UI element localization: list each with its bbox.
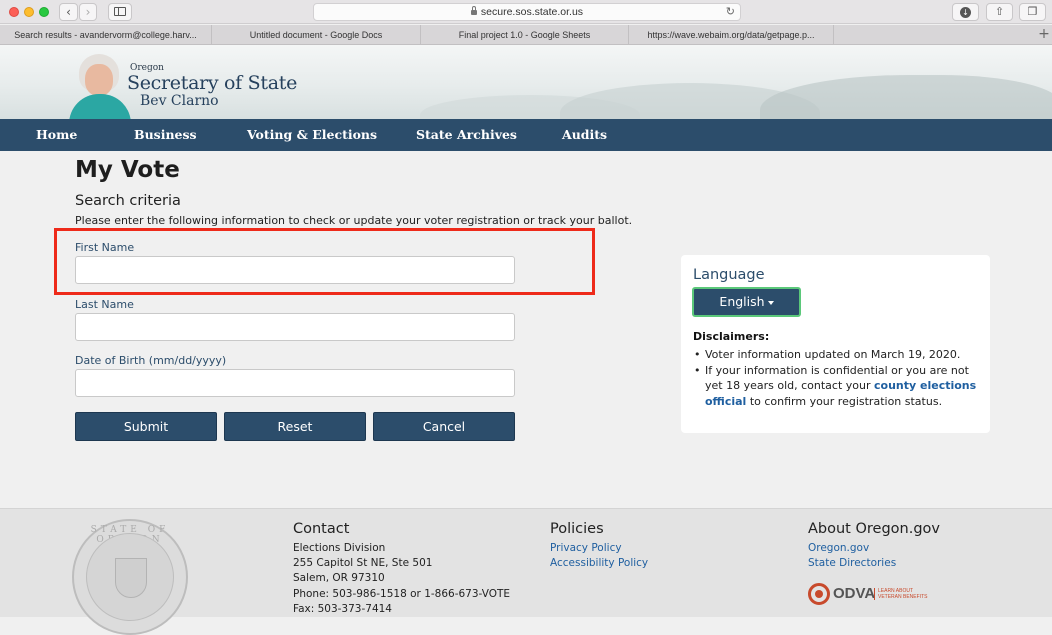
secretary-portrait — [65, 54, 135, 119]
tab-google-docs[interactable]: Untitled document - Google Docs — [212, 25, 421, 45]
back-button[interactable]: ‹ — [59, 3, 78, 21]
close-window-button[interactable] — [9, 7, 19, 17]
brand-name: Bev Clarno — [140, 93, 219, 109]
portrait-face — [85, 64, 113, 96]
contact-line: Fax: 503-373-7414 — [293, 602, 392, 615]
reload-icon[interactable]: ↻ — [726, 4, 735, 20]
nav-state-archives[interactable]: State Archives — [416, 119, 517, 151]
seal-shield — [115, 558, 147, 598]
address-bar[interactable]: secure.sos.state.or.us ↻ — [313, 3, 741, 21]
disclaimers-title: Disclaimers: — [693, 330, 770, 343]
site-footer: STATE OF OREGON Contact Elections Divisi… — [0, 508, 1052, 635]
disclaimer-text: to confirm your registration status. — [749, 394, 943, 408]
lock-icon — [470, 6, 477, 15]
main-navigation: Home Business Voting & Elections State A… — [0, 119, 1052, 151]
nav-business[interactable]: Business — [134, 119, 197, 151]
brand-office[interactable]: Secretary of State — [127, 72, 297, 94]
focus-highlight-box — [54, 228, 595, 295]
share-icon: ⇧ — [994, 5, 1005, 18]
tab-bar: Search results - avandervorm@college.har… — [0, 25, 1052, 45]
new-tab-button[interactable]: + — [1036, 25, 1052, 45]
downloads-button[interactable]: ↓ — [952, 3, 979, 21]
zoom-window-button[interactable] — [39, 7, 49, 17]
language-title: Language — [693, 267, 765, 283]
contact-line: 255 Capitol St NE, Ste 501 — [293, 557, 433, 570]
odva-name: ODVA — [833, 585, 876, 602]
cancel-button[interactable]: Cancel — [373, 412, 515, 441]
share-button[interactable]: ⇧ — [986, 3, 1013, 21]
footer-policies: Policies Privacy Policy Accessibility Po… — [550, 521, 648, 571]
last-name-label: Last Name — [75, 298, 134, 311]
banner-landscape — [760, 75, 1052, 119]
list-item: Voter information updated on March 19, 2… — [693, 347, 983, 363]
contact-line: Elections Division — [293, 542, 386, 554]
oregon-seal-icon: STATE OF OREGON — [72, 519, 188, 635]
caret-down-icon — [767, 300, 774, 305]
forward-button[interactable]: › — [79, 3, 97, 21]
privacy-policy-link[interactable]: Privacy Policy — [550, 541, 648, 556]
language-dropdown[interactable]: English — [692, 287, 801, 317]
language-value: English — [719, 294, 765, 309]
chevron-right-icon: › — [85, 5, 91, 19]
section-title: Search criteria — [75, 193, 181, 209]
state-directories-link[interactable]: State Directories — [808, 556, 940, 571]
dob-input[interactable] — [75, 369, 515, 397]
site-header-banner: Oregon Secretary of State Bev Clarno — [0, 45, 1052, 119]
last-name-input[interactable] — [75, 313, 515, 341]
footer-contact: Contact Elections Division 255 Capitol S… — [293, 521, 510, 617]
tab-google-sheets[interactable]: Final project 1.0 - Google Sheets — [421, 25, 629, 45]
minimize-window-button[interactable] — [24, 7, 34, 17]
nav-home[interactable]: Home — [36, 119, 77, 151]
sidebar-icon — [114, 7, 126, 16]
footer-about-title: About Oregon.gov — [808, 521, 940, 537]
footer-contact-title: Contact — [293, 521, 350, 537]
tab-search-results[interactable]: Search results - avandervorm@college.har… — [0, 25, 212, 45]
download-icon: ↓ — [960, 7, 971, 18]
contact-line: Salem, OR 97310 — [293, 572, 385, 585]
page-title: My Vote — [75, 157, 180, 183]
intro-text: Please enter the following information t… — [75, 214, 633, 227]
footer-policies-title: Policies — [550, 521, 604, 537]
seal-inner-ring — [86, 533, 174, 621]
contact-line: Phone: 503-986-1518 or 1-866-673-VOTE — [293, 587, 511, 600]
browser-titlebar: ‹ › secure.sos.state.or.us ↻ ↓ ⇧ ❐ — [0, 0, 1052, 24]
reset-button[interactable]: Reset — [224, 412, 366, 441]
nav-voting-elections[interactable]: Voting & Elections — [247, 119, 377, 151]
list-item: If your information is confidential or y… — [693, 363, 983, 410]
sidebar-toggle-button[interactable] — [108, 3, 132, 21]
nav-audits[interactable]: Audits — [562, 119, 607, 151]
dob-label: Date of Birth (mm/dd/yyyy) — [75, 354, 227, 367]
portrait-body — [69, 94, 131, 119]
submit-button[interactable]: Submit — [75, 412, 217, 441]
disclaimers-list: Voter information updated on March 19, 2… — [693, 347, 983, 409]
odva-tagline: LEARN ABOUT VETERAN BENEFITS — [874, 588, 934, 600]
tab-overview-button[interactable]: ❐ — [1019, 3, 1046, 21]
tabs-icon: ❐ — [1027, 5, 1038, 18]
odva-emblem-icon — [808, 583, 830, 605]
address-text: secure.sos.state.or.us — [480, 6, 584, 18]
disclaimer-text: Voter information updated on March 19, 2… — [705, 348, 961, 361]
chevron-left-icon: ‹ — [66, 5, 71, 19]
tab-webaim[interactable]: https://wave.webaim.org/data/getpage.p..… — [629, 25, 834, 45]
oregon-gov-link[interactable]: Oregon.gov — [808, 541, 940, 556]
footer-about: About Oregon.gov Oregon.gov State Direct… — [808, 521, 940, 571]
info-panel: Language English Disclaimers: Voter info… — [681, 255, 990, 433]
accessibility-policy-link[interactable]: Accessibility Policy — [550, 556, 648, 571]
